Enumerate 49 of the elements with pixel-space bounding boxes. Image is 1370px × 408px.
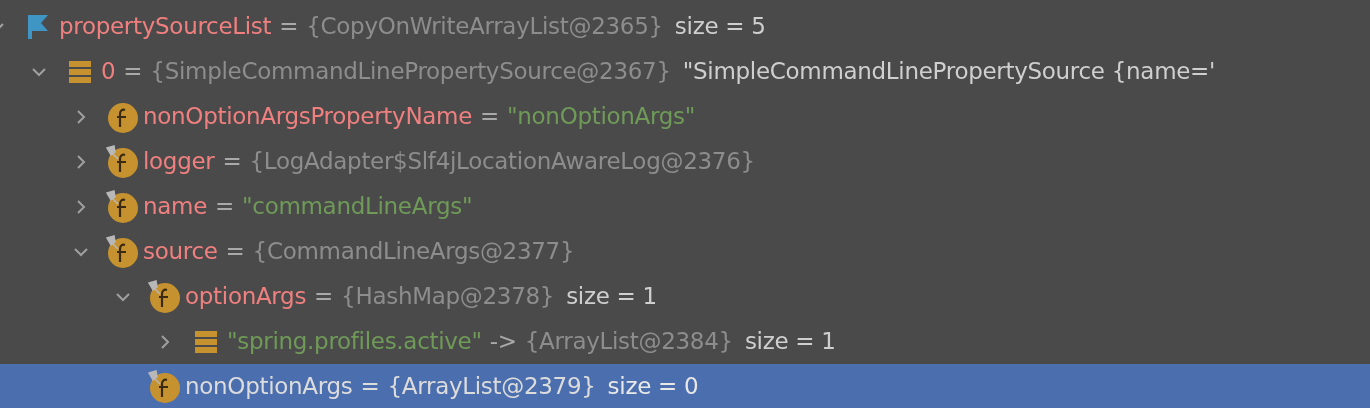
flag-icon [26, 13, 50, 40]
tree-row[interactable]: source = {CommandLineArgs@2377} [0, 229, 1370, 274]
tree-row[interactable]: logger = {LogAdapter$Slf4jLocationAwareLog@2376} [0, 139, 1370, 184]
variable-value: {LogAdapter$Slf4jLocationAwareLog@2376} [249, 147, 755, 177]
separator: = [215, 192, 234, 222]
variable-value: {HashMap@2378} [341, 282, 555, 312]
variable-value: {SimpleCommandLinePropertySource@2367} [150, 57, 671, 87]
variable-name: propertySourceList [59, 12, 272, 42]
separator: = [222, 147, 242, 177]
separator: -> [489, 327, 517, 357]
tree-row[interactable]: optionArgs = {HashMap@2378} size = 1 [0, 274, 1370, 319]
pinned-field-icon [147, 279, 181, 314]
pinned-field-icon [147, 369, 181, 404]
pinned-field-icon [105, 144, 139, 179]
tree-row[interactable]: name = "commandLineArgs" [0, 184, 1370, 229]
list-icon [194, 329, 218, 354]
value-detail: "SimpleCommandLinePropertySource {name=' [682, 57, 1216, 87]
variable-name: "spring.profiles.active" [227, 327, 482, 357]
variable-name: source [143, 237, 218, 267]
list-icon [68, 59, 92, 84]
value-detail: size = 0 [607, 372, 699, 402]
variable-value: {CommandLineArgs@2377} [252, 237, 575, 267]
separator: = [279, 12, 299, 42]
separator: = [480, 102, 500, 132]
separator: = [314, 282, 334, 312]
variable-name: nonOptionArgsPropertyName [143, 102, 473, 132]
variable-value: {ArrayList@2379} [387, 372, 596, 402]
variable-name: name [143, 192, 208, 222]
tree-row[interactable]: nonOptionArgs = {ArrayList@2379} size = 0 [0, 364, 1370, 408]
variable-name: optionArgs [185, 282, 307, 312]
pinned-field-icon [105, 234, 139, 269]
tree-row[interactable]: nonOptionArgsPropertyName = "nonOptionArgs" [0, 94, 1370, 139]
pinned-field-icon [105, 189, 139, 224]
variable-value: "nonOptionArgs" [507, 102, 696, 132]
variable-name: 0 [101, 57, 116, 87]
variable-value: "commandLineArgs" [242, 192, 473, 222]
value-detail: size = 1 [744, 327, 836, 357]
tree-row[interactable]: propertySourceList = {CopyOnWriteArrayList@2365} size = 5 [0, 4, 1370, 49]
separator: = [225, 237, 245, 267]
variable-value: {CopyOnWriteArrayList@2365} [306, 12, 663, 42]
variable-value: {ArrayList@2384} [524, 327, 733, 357]
separator: = [360, 372, 380, 402]
variable-name: logger [143, 147, 215, 177]
tree-row[interactable]: 0 = {SimpleCommandLinePropertySource@2367} "SimpleCommandLinePropertySource {name=' [0, 49, 1370, 94]
tree-row[interactable]: "spring.profiles.active" -> {ArrayList@2384} size = 1 [0, 319, 1370, 364]
value-detail: size = 1 [566, 282, 657, 312]
value-detail: size = 5 [674, 12, 766, 42]
variable-name: nonOptionArgs [185, 372, 353, 402]
separator: = [123, 57, 143, 87]
